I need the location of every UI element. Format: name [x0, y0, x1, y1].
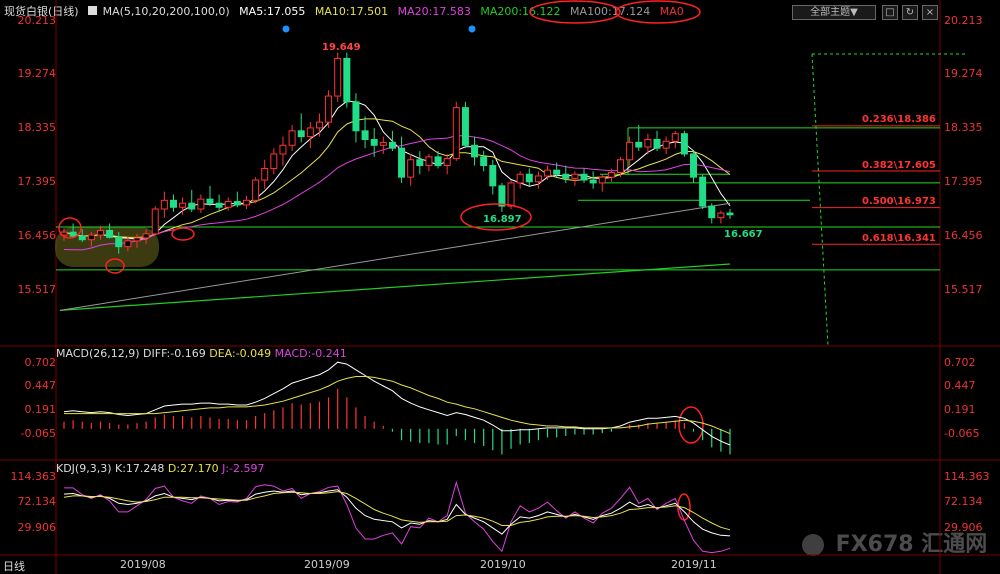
candle-body — [416, 159, 424, 167]
candle-body — [252, 179, 260, 201]
candle-body — [671, 133, 679, 142]
candle-body — [717, 212, 725, 219]
candle-body — [315, 121, 323, 129]
candle-body — [160, 199, 168, 210]
candle-body — [124, 240, 132, 248]
chart-canvas[interactable] — [0, 0, 1000, 574]
candle-body — [461, 107, 469, 146]
candle-body — [516, 173, 524, 184]
candle-body — [151, 208, 159, 235]
candle-body — [662, 140, 670, 149]
event-dot-1 — [282, 25, 290, 33]
candle-body — [726, 212, 734, 216]
candle-body — [534, 175, 542, 183]
candle-body — [334, 57, 342, 97]
candle-body — [242, 199, 250, 206]
candle-body — [206, 198, 214, 204]
candle-body — [169, 199, 177, 208]
candle-body — [434, 156, 442, 167]
highlight-macd — [678, 406, 704, 444]
candle-body — [471, 144, 479, 158]
kdj-d-line — [63, 491, 731, 531]
candle-body — [626, 141, 634, 161]
candle-body — [452, 107, 460, 160]
candle-body — [297, 130, 305, 138]
candle-body — [325, 95, 333, 123]
candle-body — [680, 133, 688, 155]
candle-body — [106, 229, 114, 238]
candle-body — [507, 182, 515, 207]
candle-body — [288, 130, 296, 146]
candle-body — [388, 141, 396, 149]
candle-body — [142, 233, 150, 239]
candle-body — [617, 159, 625, 174]
candle-body — [653, 138, 661, 149]
candle-body — [306, 127, 314, 138]
kdj-k-line — [63, 489, 731, 537]
candle-body — [407, 159, 415, 178]
candle-body — [96, 229, 104, 236]
candle-body — [261, 167, 269, 181]
candle-body — [562, 173, 570, 179]
candle-body — [370, 138, 378, 146]
highlight-ma100 — [615, 0, 701, 24]
candle-body — [708, 205, 716, 219]
candle-body — [78, 235, 86, 241]
candle-body — [498, 185, 506, 207]
candle-body — [233, 200, 241, 206]
candle-body — [571, 173, 579, 179]
candle-body — [607, 172, 615, 178]
event-dot-2 — [468, 25, 476, 33]
candle-body — [115, 236, 123, 248]
highlight-circle-3 — [171, 227, 195, 241]
candle-body — [69, 231, 77, 237]
candle-body — [343, 57, 351, 103]
candle-body — [443, 158, 451, 167]
candle-body — [361, 130, 369, 140]
candle-body — [525, 173, 533, 183]
candle-body — [635, 141, 643, 148]
candle-body — [87, 234, 95, 241]
candle-body — [188, 202, 196, 210]
candle-body — [215, 202, 223, 208]
candle-body — [489, 165, 497, 187]
candle-body — [580, 173, 588, 181]
ma200-line — [59, 263, 731, 311]
ma100-line — [59, 202, 731, 311]
kdj-j-line — [64, 480, 731, 554]
candle-body — [279, 144, 287, 155]
candle-body — [379, 141, 387, 146]
highlight-ma200 — [529, 0, 621, 24]
candle-body — [544, 169, 552, 177]
macd-diff-line — [63, 361, 731, 446]
candle-body — [553, 169, 561, 175]
candle-body — [425, 156, 433, 167]
candle-body — [589, 179, 597, 184]
candle-body — [398, 147, 406, 178]
candle-body — [352, 101, 360, 132]
candle-body — [179, 202, 187, 208]
candle-body — [197, 198, 205, 210]
candle-body — [598, 176, 606, 184]
candle-body — [644, 138, 652, 148]
candle-body — [480, 156, 488, 167]
highlight-low — [460, 203, 532, 231]
candle-body — [270, 153, 278, 169]
projection-dashed-line — [811, 53, 829, 347]
candle-body — [133, 237, 141, 242]
candle-body — [699, 176, 707, 207]
candle-body — [224, 200, 232, 208]
candle-body — [690, 153, 698, 178]
